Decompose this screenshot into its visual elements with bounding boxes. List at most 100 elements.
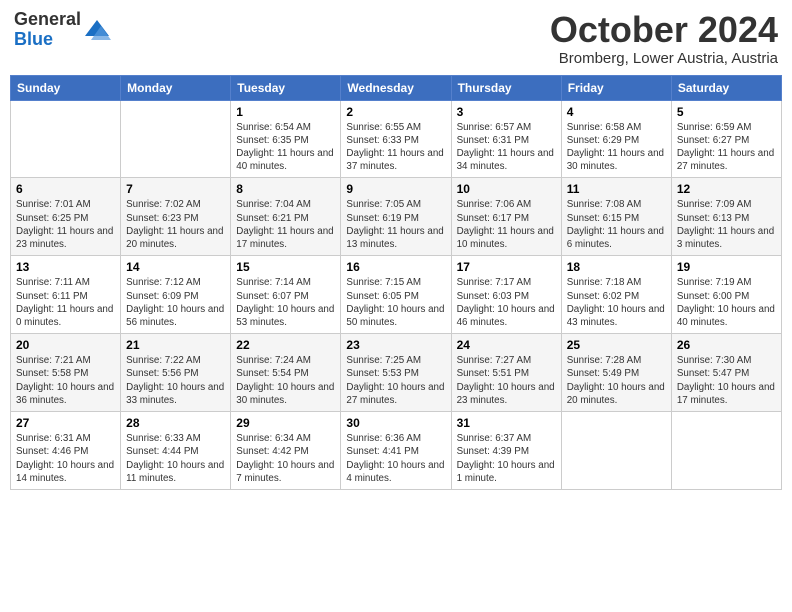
calendar-week-4: 20 Sunrise: 7:21 AMSunset: 5:58 PMDayligh… bbox=[11, 334, 782, 412]
day-number: 3 bbox=[457, 105, 556, 119]
day-info: Sunrise: 7:11 AMSunset: 6:11 PMDaylight:… bbox=[16, 276, 115, 329]
day-info: Sunrise: 6:36 AMSunset: 4:41 PMDaylight:… bbox=[346, 432, 445, 485]
day-number: 20 bbox=[16, 338, 115, 352]
calendar-cell: 5Sunrise: 6:59 AMSunset: 6:27 PMDaylight… bbox=[671, 100, 781, 178]
day-info: Sunrise: 7:14 AMSunset: 6:07 PMDaylight:… bbox=[236, 276, 335, 329]
calendar-cell: 22 Sunrise: 7:24 AMSunset: 5:54 PMDayligh… bbox=[231, 334, 341, 412]
weekday-header-tuesday: Tuesday bbox=[231, 75, 341, 100]
day-number: 7 bbox=[126, 182, 225, 196]
day-info: Sunrise: 7:24 AMSunset: 5:54 PMDaylight:… bbox=[236, 354, 335, 407]
calendar-cell: 19 Sunrise: 7:19 AMSunset: 6:00 PMDayligh… bbox=[671, 256, 781, 334]
calendar-cell: 31 Sunrise: 6:37 AMSunset: 4:39 PMDayligh… bbox=[451, 412, 561, 490]
calendar-cell bbox=[561, 412, 671, 490]
day-number: 21 bbox=[126, 338, 225, 352]
day-info: Sunrise: 6:31 AMSunset: 4:46 PMDaylight:… bbox=[16, 432, 115, 485]
calendar-cell: 15Sunrise: 7:14 AMSunset: 6:07 PMDayligh… bbox=[231, 256, 341, 334]
day-info: Sunrise: 7:25 AMSunset: 5:53 PMDaylight:… bbox=[346, 354, 445, 407]
day-info: Sunrise: 6:33 AMSunset: 4:44 PMDaylight:… bbox=[126, 432, 225, 485]
calendar-subtitle: Bromberg, Lower Austria, Austria bbox=[550, 50, 778, 67]
calendar-cell: 7 Sunrise: 7:02 AMSunset: 6:23 PMDaylight… bbox=[121, 178, 231, 256]
day-number: 26 bbox=[677, 338, 776, 352]
calendar-cell: 2 Sunrise: 6:55 AMSunset: 6:33 PMDaylight… bbox=[341, 100, 451, 178]
calendar-cell: 3 Sunrise: 6:57 AMSunset: 6:31 PMDaylight… bbox=[451, 100, 561, 178]
day-number: 25 bbox=[567, 338, 666, 352]
day-info: Sunrise: 7:19 AMSunset: 6:00 PMDaylight:… bbox=[677, 276, 776, 329]
calendar-cell bbox=[121, 100, 231, 178]
calendar-week-5: 27 Sunrise: 6:31 AMSunset: 4:46 PMDayligh… bbox=[11, 412, 782, 490]
calendar-cell: 18 Sunrise: 7:18 AMSunset: 6:02 PMDayligh… bbox=[561, 256, 671, 334]
day-info: Sunrise: 6:59 AMSunset: 6:27 PMDaylight:… bbox=[677, 121, 776, 174]
calendar-cell: 27 Sunrise: 6:31 AMSunset: 4:46 PMDayligh… bbox=[11, 412, 121, 490]
calendar-cell: 13 Sunrise: 7:11 AMSunset: 6:11 PMDayligh… bbox=[11, 256, 121, 334]
logo: General Blue bbox=[14, 10, 111, 50]
weekday-header-monday: Monday bbox=[121, 75, 231, 100]
day-info: Sunrise: 7:06 AMSunset: 6:17 PMDaylight:… bbox=[457, 198, 556, 251]
weekday-header-row: SundayMondayTuesdayWednesdayThursdayFrid… bbox=[11, 75, 782, 100]
day-info: Sunrise: 7:21 AMSunset: 5:58 PMDaylight:… bbox=[16, 354, 115, 407]
day-info: Sunrise: 6:54 AMSunset: 6:35 PMDaylight:… bbox=[236, 121, 335, 174]
calendar-cell: 28 Sunrise: 6:33 AMSunset: 4:44 PMDayligh… bbox=[121, 412, 231, 490]
weekday-header-sunday: Sunday bbox=[11, 75, 121, 100]
day-number: 28 bbox=[126, 416, 225, 430]
day-info: Sunrise: 7:05 AMSunset: 6:19 PMDaylight:… bbox=[346, 198, 445, 251]
day-number: 29 bbox=[236, 416, 335, 430]
day-number: 2 bbox=[346, 105, 445, 119]
day-number: 16 bbox=[346, 260, 445, 274]
calendar-table: SundayMondayTuesdayWednesdayThursdayFrid… bbox=[10, 75, 782, 490]
page-header: General Blue October 2024 Bromberg, Lowe… bbox=[10, 10, 782, 67]
day-number: 1 bbox=[236, 105, 335, 119]
day-number: 6 bbox=[16, 182, 115, 196]
day-info: Sunrise: 7:08 AMSunset: 6:15 PMDaylight:… bbox=[567, 198, 666, 251]
calendar-cell: 8Sunrise: 7:04 AMSunset: 6:21 PMDaylight… bbox=[231, 178, 341, 256]
day-number: 31 bbox=[457, 416, 556, 430]
calendar-cell: 20 Sunrise: 7:21 AMSunset: 5:58 PMDayligh… bbox=[11, 334, 121, 412]
day-info: Sunrise: 7:28 AMSunset: 5:49 PMDaylight:… bbox=[567, 354, 666, 407]
day-info: Sunrise: 6:34 AMSunset: 4:42 PMDaylight:… bbox=[236, 432, 335, 485]
day-number: 19 bbox=[677, 260, 776, 274]
day-number: 30 bbox=[346, 416, 445, 430]
day-info: Sunrise: 7:27 AMSunset: 5:51 PMDaylight:… bbox=[457, 354, 556, 407]
day-number: 24 bbox=[457, 338, 556, 352]
day-info: Sunrise: 7:22 AMSunset: 5:56 PMDaylight:… bbox=[126, 354, 225, 407]
calendar-cell: 24 Sunrise: 7:27 AMSunset: 5:51 PMDayligh… bbox=[451, 334, 561, 412]
day-number: 18 bbox=[567, 260, 666, 274]
calendar-cell: 4Sunrise: 6:58 AMSunset: 6:29 PMDaylight… bbox=[561, 100, 671, 178]
day-number: 11 bbox=[567, 182, 666, 196]
calendar-cell: 26Sunrise: 7:30 AMSunset: 5:47 PMDayligh… bbox=[671, 334, 781, 412]
calendar-cell: 17Sunrise: 7:17 AMSunset: 6:03 PMDayligh… bbox=[451, 256, 561, 334]
calendar-cell bbox=[671, 412, 781, 490]
weekday-header-wednesday: Wednesday bbox=[341, 75, 451, 100]
day-info: Sunrise: 7:01 AMSunset: 6:25 PMDaylight:… bbox=[16, 198, 115, 251]
calendar-cell: 16 Sunrise: 7:15 AMSunset: 6:05 PMDayligh… bbox=[341, 256, 451, 334]
day-info: Sunrise: 7:15 AMSunset: 6:05 PMDaylight:… bbox=[346, 276, 445, 329]
calendar-cell: 6 Sunrise: 7:01 AMSunset: 6:25 PMDaylight… bbox=[11, 178, 121, 256]
calendar-cell: 11 Sunrise: 7:08 AMSunset: 6:15 PMDayligh… bbox=[561, 178, 671, 256]
day-info: Sunrise: 7:17 AMSunset: 6:03 PMDaylight:… bbox=[457, 276, 556, 329]
calendar-body: 1 Sunrise: 6:54 AMSunset: 6:35 PMDaylight… bbox=[11, 100, 782, 489]
weekday-header-friday: Friday bbox=[561, 75, 671, 100]
day-number: 27 bbox=[16, 416, 115, 430]
calendar-title: October 2024 bbox=[550, 10, 778, 50]
calendar-week-2: 6 Sunrise: 7:01 AMSunset: 6:25 PMDaylight… bbox=[11, 178, 782, 256]
day-info: Sunrise: 7:09 AMSunset: 6:13 PMDaylight:… bbox=[677, 198, 776, 251]
logo-blue: Blue bbox=[14, 29, 53, 49]
weekday-header-thursday: Thursday bbox=[451, 75, 561, 100]
day-number: 9 bbox=[346, 182, 445, 196]
day-number: 22 bbox=[236, 338, 335, 352]
day-info: Sunrise: 7:02 AMSunset: 6:23 PMDaylight:… bbox=[126, 198, 225, 251]
calendar-week-3: 13 Sunrise: 7:11 AMSunset: 6:11 PMDayligh… bbox=[11, 256, 782, 334]
day-info: Sunrise: 6:55 AMSunset: 6:33 PMDaylight:… bbox=[346, 121, 445, 174]
calendar-cell: 25 Sunrise: 7:28 AMSunset: 5:49 PMDayligh… bbox=[561, 334, 671, 412]
title-block: October 2024 Bromberg, Lower Austria, Au… bbox=[550, 10, 778, 67]
calendar-cell: 29 Sunrise: 6:34 AMSunset: 4:42 PMDayligh… bbox=[231, 412, 341, 490]
day-info: Sunrise: 7:12 AMSunset: 6:09 PMDaylight:… bbox=[126, 276, 225, 329]
day-number: 10 bbox=[457, 182, 556, 196]
day-number: 13 bbox=[16, 260, 115, 274]
logo-icon bbox=[83, 16, 111, 44]
day-info: Sunrise: 6:37 AMSunset: 4:39 PMDaylight:… bbox=[457, 432, 556, 485]
day-info: Sunrise: 7:18 AMSunset: 6:02 PMDaylight:… bbox=[567, 276, 666, 329]
day-info: Sunrise: 6:57 AMSunset: 6:31 PMDaylight:… bbox=[457, 121, 556, 174]
calendar-cell: 30 Sunrise: 6:36 AMSunset: 4:41 PMDayligh… bbox=[341, 412, 451, 490]
calendar-cell: 21 Sunrise: 7:22 AMSunset: 5:56 PMDayligh… bbox=[121, 334, 231, 412]
weekday-header-saturday: Saturday bbox=[671, 75, 781, 100]
